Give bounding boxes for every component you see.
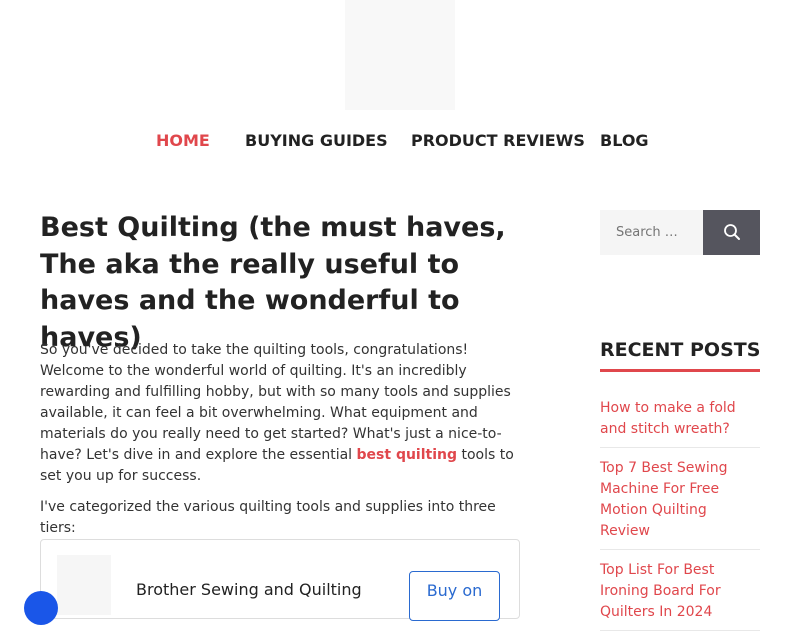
- nav-home[interactable]: HOME: [156, 129, 210, 153]
- floating-action-button[interactable]: [24, 591, 58, 625]
- product-card: Brother Sewing and Quilting Buy on: [40, 539, 520, 621]
- recent-post-item: How to make a fold and stitch wreath?: [600, 398, 760, 448]
- product-name[interactable]: Brother Sewing and Quilting: [136, 580, 362, 599]
- recent-posts-list: How to make a fold and stitch wreath? To…: [600, 398, 760, 641]
- best-quilting-link[interactable]: best quilting: [357, 447, 457, 463]
- nav-product-reviews[interactable]: PRODUCT REVIEWS: [411, 129, 585, 153]
- search-button[interactable]: [703, 210, 760, 255]
- search-input[interactable]: [600, 210, 703, 255]
- nav-buying-guides[interactable]: BUYING GUIDES: [245, 129, 388, 153]
- recent-posts-title: RECENT POSTS: [600, 339, 761, 361]
- recent-post-link[interactable]: Top 7 Best Sewing Machine For Free Motio…: [600, 458, 760, 542]
- product-image[interactable]: [57, 555, 111, 615]
- recent-post-item: Top 7 Best Sewing Machine For Free Motio…: [600, 458, 760, 550]
- main-nav: HOME BUYING GUIDES PRODUCT REVIEWS BLOG: [0, 129, 800, 153]
- page-title: Best Quilting (the must haves, The aka t…: [40, 212, 506, 353]
- site-logo[interactable]: [345, 0, 455, 110]
- buy-on-button[interactable]: Buy on: [409, 571, 500, 621]
- intro-paragraph: So you've decided to take the quilting t…: [40, 340, 530, 487]
- search-icon: [724, 224, 740, 240]
- nav-blog[interactable]: BLOG: [600, 129, 649, 153]
- recent-post-item: Top List For Best Ironing Board For Quil…: [600, 560, 760, 631]
- recent-post-link[interactable]: Top List For Best Ironing Board For Quil…: [600, 560, 760, 623]
- search-form: [600, 210, 760, 255]
- intro-text: So you've decided to take the quilting t…: [40, 342, 511, 463]
- recent-posts-underline: [600, 369, 760, 372]
- tiers-paragraph: I've categorized the various quilting to…: [40, 499, 496, 536]
- recent-post-link[interactable]: How to make a fold and stitch wreath?: [600, 398, 760, 440]
